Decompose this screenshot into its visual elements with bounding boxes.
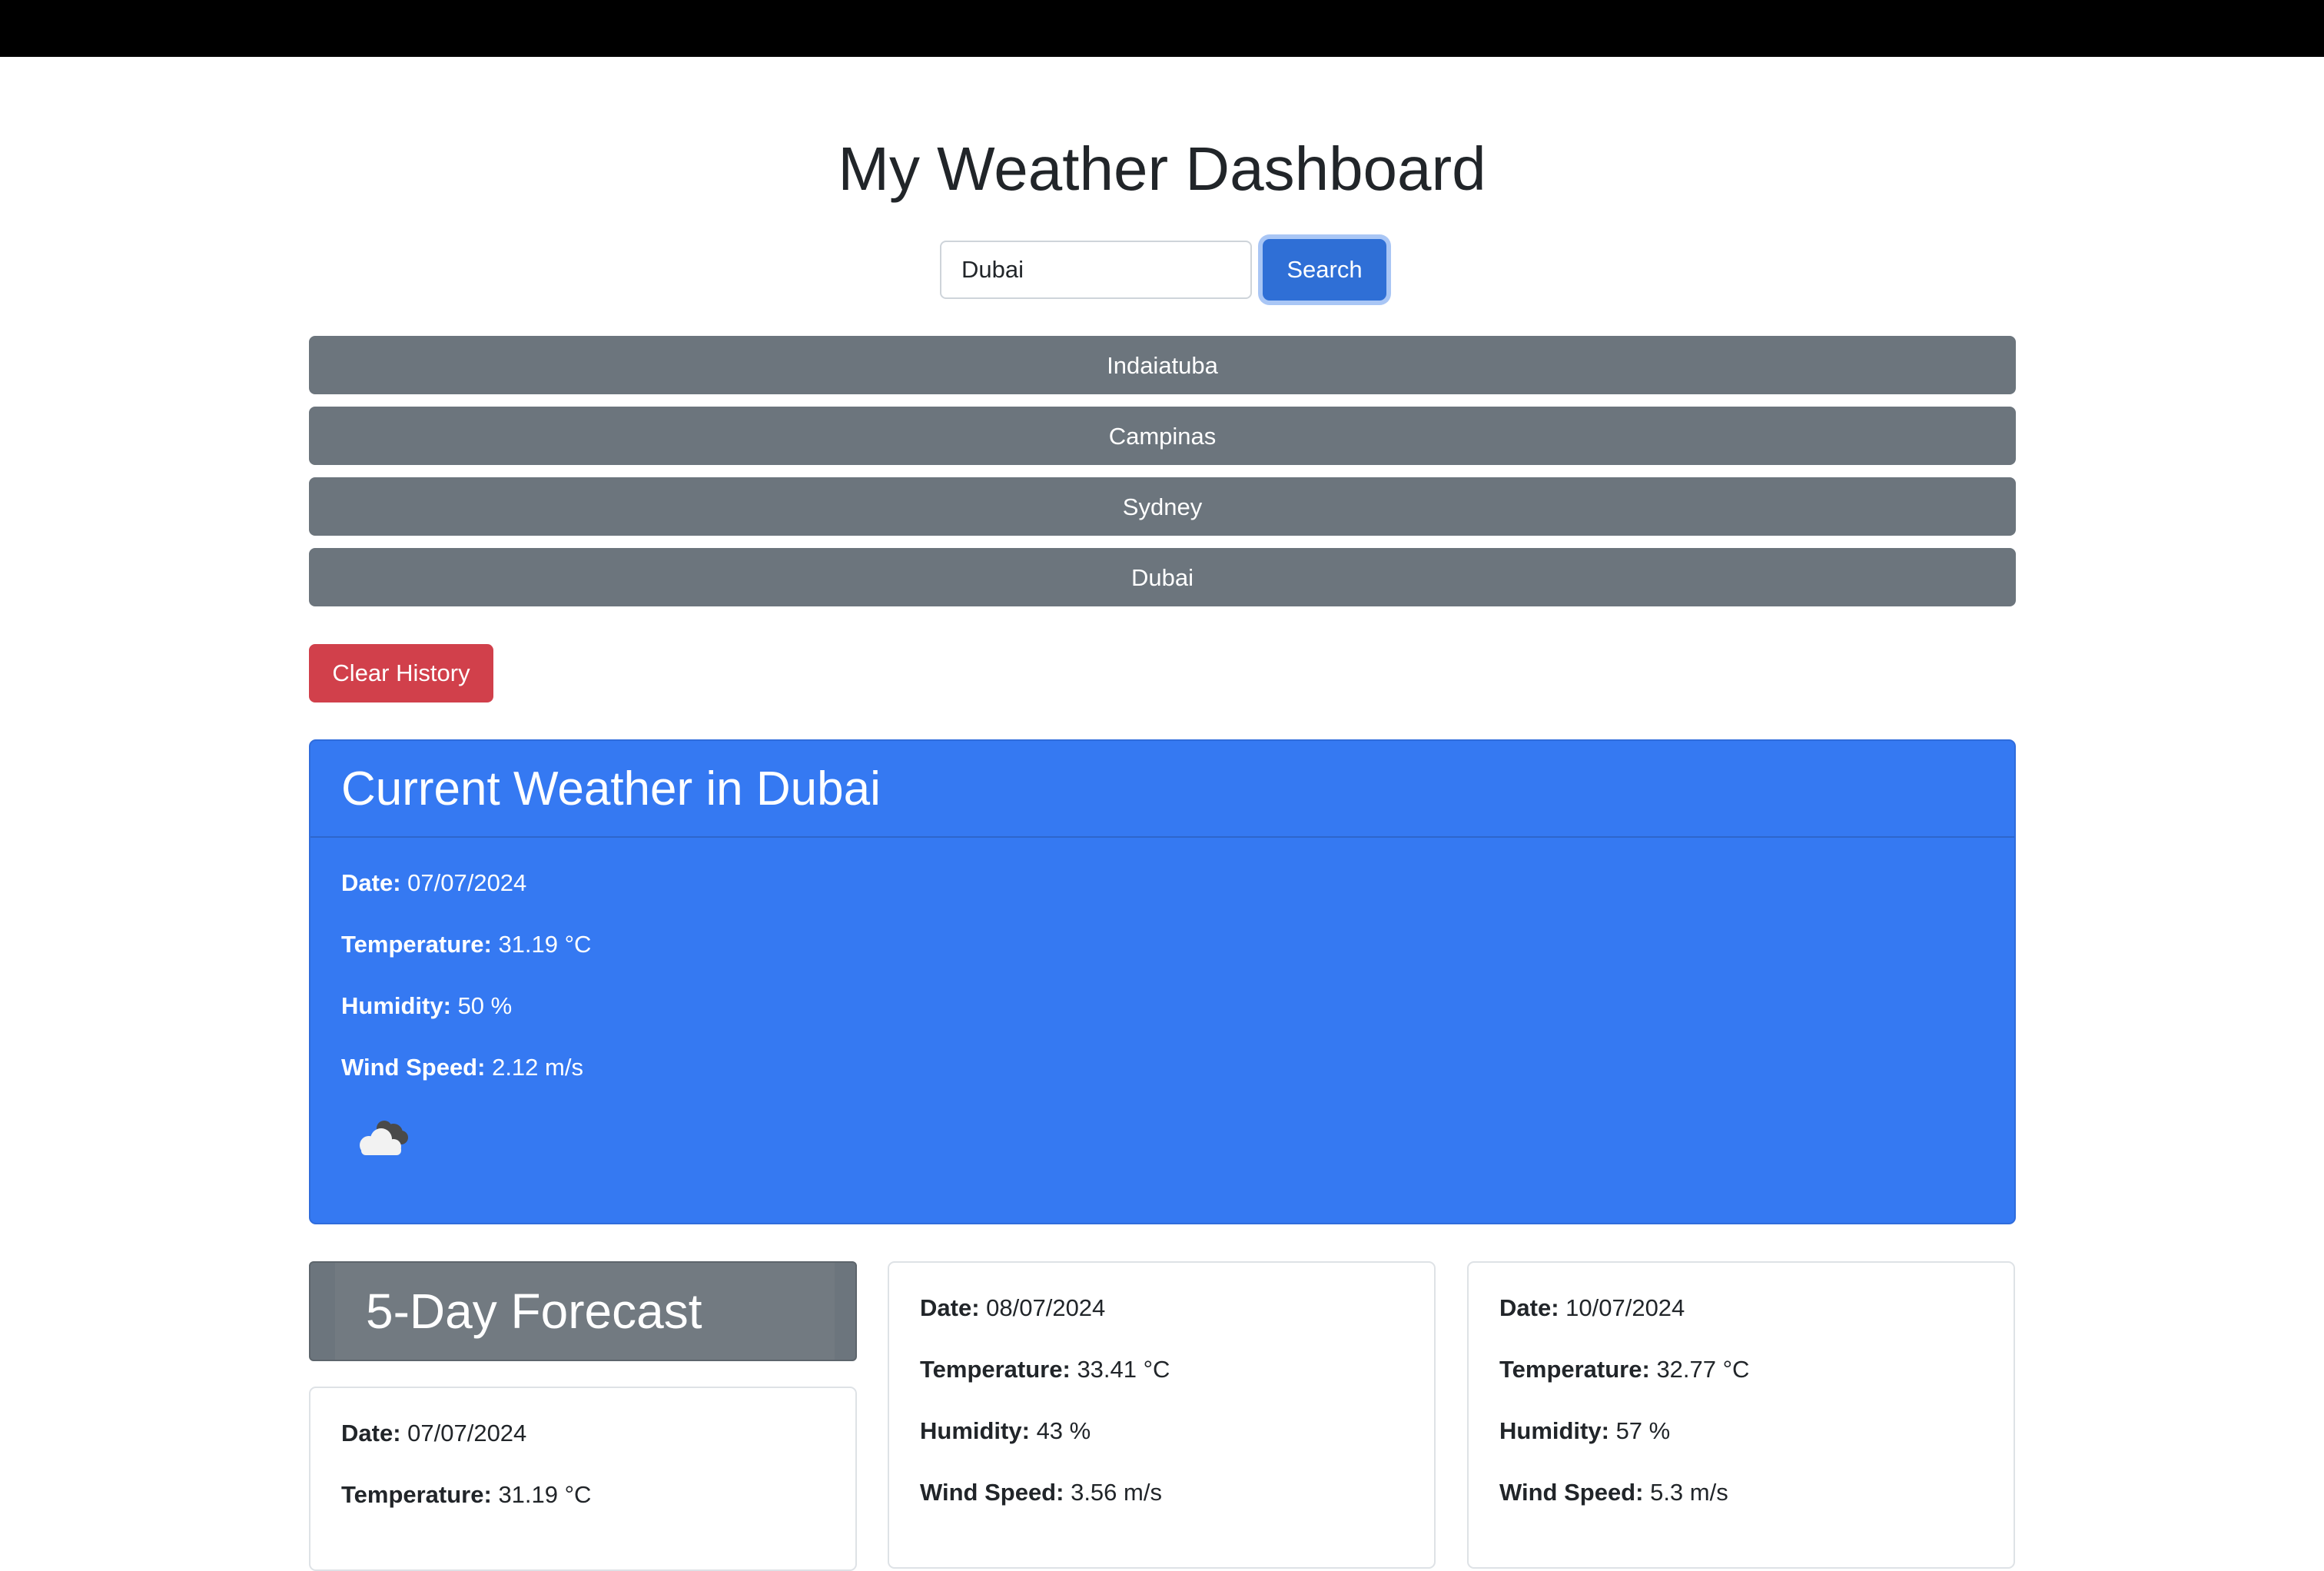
current-wind-label: Wind Speed: <box>341 1054 486 1081</box>
clear-history-button[interactable]: Clear History <box>309 644 493 702</box>
forecast-header: 5-Day Forecast <box>309 1261 857 1361</box>
forecast-temperature: Temperature: 33.41 °C <box>920 1355 1403 1384</box>
search-history-list: Indaiatuba Campinas Sydney Dubai <box>309 336 2016 619</box>
forecast-wind-speed: Wind Speed: 5.3 m/s <box>1499 1478 1983 1507</box>
forecast-humidity-label: Humidity: <box>920 1417 1030 1444</box>
forecast-temperature: Temperature: 32.77 °C <box>1499 1355 1983 1384</box>
current-weather-body: Date: 07/07/2024 Temperature: 31.19 °C H… <box>310 838 2014 1161</box>
current-humidity-label: Humidity: <box>341 992 451 1019</box>
current-humidity-value: 50 % <box>457 992 513 1019</box>
current-humidity: Humidity: 50 % <box>341 991 1984 1021</box>
current-weather-card: Current Weather in Dubai Date: 07/07/202… <box>309 739 2016 1224</box>
forecast-wind-speed: Wind Speed: 3.56 m/s <box>920 1478 1403 1507</box>
forecast-date-label: Date: <box>341 1420 401 1446</box>
forecast-date: Date: 10/07/2024 <box>1499 1294 1983 1323</box>
cloud-icon <box>360 1121 408 1155</box>
forecast-humidity-value: 43 % <box>1036 1417 1091 1444</box>
search-button[interactable]: Search <box>1263 239 1386 301</box>
browser-top-bar <box>0 0 2324 57</box>
forecast-temperature: Temperature: 31.19 °C <box>341 1480 825 1510</box>
forecast-temperature-value: 33.41 °C <box>1077 1356 1170 1383</box>
forecast-date-label: Date: <box>1499 1294 1559 1321</box>
city-search-input[interactable] <box>940 241 1252 299</box>
forecast-date-label: Date: <box>920 1294 980 1321</box>
current-temperature-label: Temperature: <box>341 931 492 958</box>
current-weather-header: Current Weather in Dubai <box>310 741 2014 838</box>
forecast-card: Date: 08/07/2024 Temperature: 33.41 °C H… <box>888 1261 1436 1569</box>
history-item-indaiatuba[interactable]: Indaiatuba <box>309 336 2016 394</box>
forecast-temperature-value: 32.77 °C <box>1656 1356 1750 1383</box>
forecast-date: Date: 07/07/2024 <box>341 1419 825 1448</box>
current-temperature: Temperature: 31.19 °C <box>341 930 1984 959</box>
forecast-date-value: 10/07/2024 <box>1565 1294 1685 1321</box>
forecast-humidity-value: 57 % <box>1615 1417 1671 1444</box>
forecast-temperature-label: Temperature: <box>920 1356 1071 1383</box>
forecast-wind-label: Wind Speed: <box>1499 1479 1644 1506</box>
current-wind-speed: Wind Speed: 2.12 m/s <box>341 1053 1984 1082</box>
forecast-card: Date: 10/07/2024 Temperature: 32.77 °C H… <box>1467 1261 2015 1569</box>
current-temperature-value: 31.19 °C <box>498 931 592 958</box>
history-item-campinas[interactable]: Campinas <box>309 407 2016 465</box>
forecast-temperature-label: Temperature: <box>1499 1356 1650 1383</box>
current-wind-value: 2.12 m/s <box>492 1054 583 1081</box>
current-date-value: 07/07/2024 <box>407 869 527 896</box>
forecast-wind-value: 3.56 m/s <box>1071 1479 1162 1506</box>
page-title: My Weather Dashboard <box>838 135 1486 203</box>
forecast-humidity-label: Humidity: <box>1499 1417 1609 1444</box>
forecast-humidity: Humidity: 57 % <box>1499 1417 1983 1446</box>
forecast-date-value: 08/07/2024 <box>986 1294 1106 1321</box>
forecast-temperature-value: 31.19 °C <box>498 1481 592 1508</box>
forecast-date-value: 07/07/2024 <box>407 1420 527 1446</box>
forecast-date: Date: 08/07/2024 <box>920 1294 1403 1323</box>
forecast-wind-value: 5.3 m/s <box>1650 1479 1728 1506</box>
current-date-label: Date: <box>341 869 401 896</box>
forecast-title: 5-Day Forecast <box>366 1284 702 1339</box>
forecast-wind-label: Wind Speed: <box>920 1479 1064 1506</box>
current-date: Date: 07/07/2024 <box>341 869 1984 898</box>
forecast-card: Date: 07/07/2024 Temperature: 31.19 °C <box>309 1387 857 1571</box>
history-item-dubai[interactable]: Dubai <box>309 548 2016 606</box>
current-weather-title: Current Weather in Dubai <box>341 762 881 815</box>
forecast-temperature-label: Temperature: <box>341 1481 492 1508</box>
history-item-sydney[interactable]: Sydney <box>309 477 2016 536</box>
forecast-humidity: Humidity: 43 % <box>920 1417 1403 1446</box>
